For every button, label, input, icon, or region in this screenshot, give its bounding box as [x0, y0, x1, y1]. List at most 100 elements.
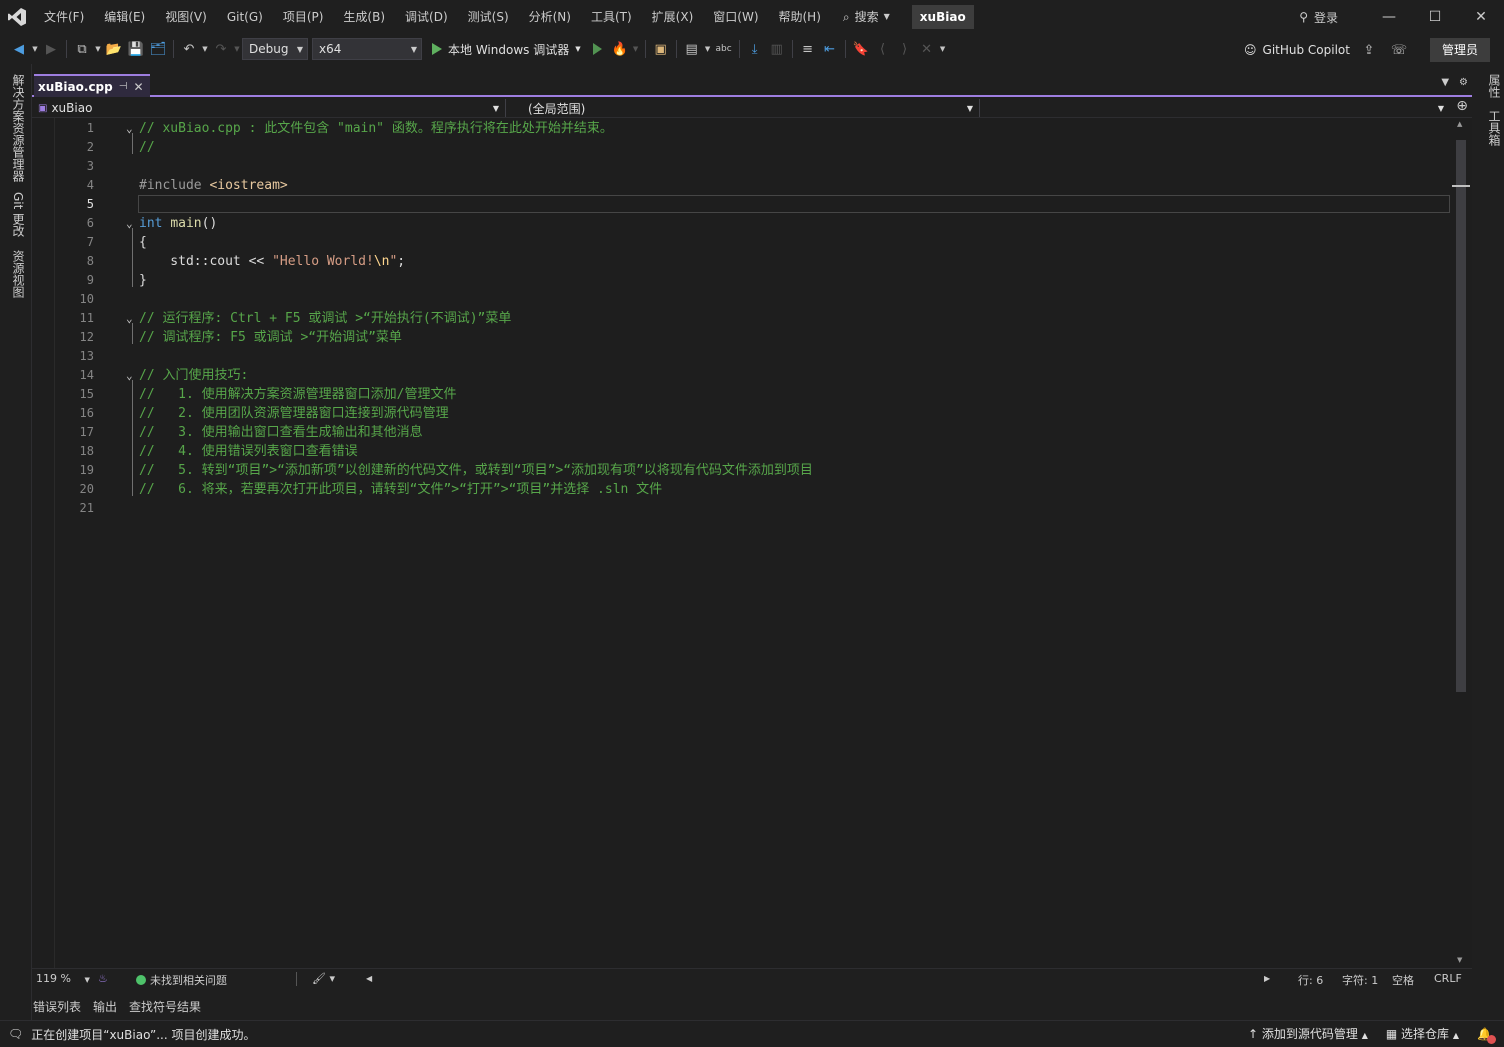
step-into-icon[interactable]: ⤓: [744, 38, 766, 60]
member-select[interactable]: ▼: [982, 99, 1450, 117]
code-line[interactable]: 1 ⌄// xuBiao.cpp : 此文件包含 "main" 函数。程序执行将在…: [32, 119, 1452, 138]
project-scope-select[interactable]: ▣ xuBiao ▼: [32, 99, 506, 117]
next-bookmark-icon[interactable]: ⟩: [894, 38, 916, 60]
solution-explorer-tab[interactable]: 解决方案资源管理器: [10, 74, 27, 182]
menu-item[interactable]: 扩展(X): [642, 5, 704, 29]
code-line[interactable]: 15 // 1. 使用解决方案资源管理器窗口添加/管理文件: [32, 385, 1452, 404]
code-line[interactable]: 10: [32, 290, 1452, 309]
split-editor-icon[interactable]: ⊕: [1456, 98, 1468, 114]
scrollbar-thumb[interactable]: [1456, 140, 1466, 692]
start-debugging-button[interactable]: 本地 Windows 调试器 ▼: [426, 41, 587, 58]
menu-item[interactable]: 帮助(H): [769, 5, 831, 29]
scroll-left-icon[interactable]: ◀: [366, 974, 372, 983]
scroll-down-icon[interactable]: ▼: [1457, 956, 1462, 964]
minimize-button[interactable]: —: [1366, 0, 1412, 34]
feedback-icon[interactable]: ☏: [1388, 39, 1410, 61]
dropdown-arrow-icon[interactable]: ▼: [93, 38, 103, 60]
bottom-tool-tab[interactable]: 错误列表: [33, 998, 81, 1015]
code-line[interactable]: 3: [32, 157, 1452, 176]
navigate-forward-icon[interactable]: ▶: [40, 38, 62, 60]
gear-icon[interactable]: ⚙: [1459, 77, 1468, 88]
code-line[interactable]: 8 std::cout << "Hello World!\n";: [32, 252, 1452, 271]
code-line[interactable]: 19 // 5. 转到“项目”>“添加新项”以创建新的代码文件，或转到“项目”>“…: [32, 461, 1452, 480]
code-line[interactable]: 21: [32, 499, 1452, 518]
toolbar-overflow-icon[interactable]: ▼: [938, 38, 948, 60]
code-line[interactable]: 20 // 6. 将来，若要再次打开此项目，请转到“文件”>“打开”>“项目”并选…: [32, 480, 1452, 499]
menu-item[interactable]: 编辑(E): [94, 5, 155, 29]
vertical-scrollbar[interactable]: ▲ ▼: [1452, 118, 1472, 968]
dropdown-arrow-icon[interactable]: ▼: [30, 38, 40, 60]
navigate-back-icon[interactable]: ◀: [8, 38, 30, 60]
line-ending-indicator[interactable]: CRLF: [1434, 972, 1462, 985]
close-window-button[interactable]: ✕: [1458, 0, 1504, 34]
previous-bookmark-icon[interactable]: ⟨: [872, 38, 894, 60]
pin-icon[interactable]: ⊣: [119, 81, 128, 92]
global-scope-select[interactable]: (全局范围) ▼: [522, 99, 980, 117]
add-to-source-control-button[interactable]: ↑ 添加到源代码管理 ▲: [1248, 1025, 1368, 1042]
dropdown-arrow-icon[interactable]: ▼: [631, 38, 641, 60]
code-line[interactable]: 7{: [32, 233, 1452, 252]
notifications-button[interactable]: 🔔: [1477, 1027, 1496, 1044]
code-cleanup-icon[interactable]: 🖌 ▾: [312, 972, 335, 985]
issues-indicator[interactable]: 未找到相关问题: [136, 972, 227, 988]
undo-icon[interactable]: ↶: [178, 38, 200, 60]
indent-icon[interactable]: ≡: [797, 38, 819, 60]
intellicode-icon[interactable]: ♨: [98, 972, 108, 985]
menu-item[interactable]: 分析(N): [519, 5, 581, 29]
menu-item[interactable]: 项目(P): [273, 5, 334, 29]
code-line[interactable]: 18 // 4. 使用错误列表窗口查看错误: [32, 442, 1452, 461]
toolbox-tab[interactable]: 工具箱: [1486, 110, 1503, 146]
close-tab-icon[interactable]: ✕: [133, 80, 143, 94]
window-layout-icon[interactable]: ▤: [681, 38, 703, 60]
code-line[interactable]: 9}: [32, 271, 1452, 290]
bottom-tool-tab[interactable]: 查找符号结果: [129, 998, 201, 1015]
github-copilot-button[interactable]: ☺ GitHub Copilot: [1244, 43, 1350, 57]
code-line[interactable]: 2 //: [32, 138, 1452, 157]
platform-select[interactable]: x64 ▼: [312, 38, 422, 60]
menu-item[interactable]: 测试(S): [458, 5, 519, 29]
menu-item[interactable]: 视图(V): [155, 5, 217, 29]
code-line[interactable]: 13: [32, 347, 1452, 366]
menu-item[interactable]: 文件(F): [34, 5, 94, 29]
zoom-select[interactable]: 119 % ▼: [36, 972, 90, 985]
code-editor[interactable]: 1 ⌄// xuBiao.cpp : 此文件包含 "main" 函数。程序执行将在…: [32, 118, 1452, 968]
code-line[interactable]: 12 // 调试程序: F5 或调试 >“开始调试”菜单: [32, 328, 1452, 347]
start-without-debugging-icon[interactable]: [587, 38, 609, 60]
dropdown-arrow-icon[interactable]: ▼: [200, 38, 210, 60]
sign-in-button[interactable]: ⚲ 登录: [1299, 9, 1338, 26]
menu-item[interactable]: 工具(T): [581, 5, 642, 29]
code-line[interactable]: 17 // 3. 使用输出窗口查看生成输出和其他消息: [32, 423, 1452, 442]
clear-bookmarks-icon[interactable]: ✕: [916, 38, 938, 60]
line-indicator[interactable]: 行: 6: [1298, 972, 1323, 988]
save-all-icon[interactable]: 🗂: [147, 38, 169, 60]
outdent-icon[interactable]: ⇤: [819, 38, 841, 60]
dropdown-arrow-icon[interactable]: ▼: [703, 38, 713, 60]
solution-explorer-icon[interactable]: ▣: [650, 38, 672, 60]
bookmark-icon[interactable]: 🔖: [850, 38, 872, 60]
select-repository-button[interactable]: ▦ 选择仓库 ▲: [1386, 1025, 1459, 1042]
properties-tab[interactable]: 属性: [1486, 74, 1503, 98]
share-icon[interactable]: ⇪: [1358, 39, 1380, 61]
menu-item[interactable]: 窗口(W): [703, 5, 768, 29]
code-line[interactable]: 11 ⌄// 运行程序: Ctrl + F5 或调试 >“开始执行(不调试)”菜单: [32, 309, 1452, 328]
code-line[interactable]: 6 ⌄ int main(): [32, 214, 1452, 233]
git-changes-tab[interactable]: Git 更改: [10, 192, 27, 237]
menu-item[interactable]: 调试(D): [395, 5, 458, 29]
new-project-icon[interactable]: ⧉: [71, 38, 93, 60]
scroll-right-icon[interactable]: ▶: [1264, 974, 1270, 983]
solution-name-badge[interactable]: xuBiao: [911, 5, 974, 29]
whitespace-indicator[interactable]: 空格: [1392, 972, 1414, 988]
menu-item[interactable]: Git(G): [217, 5, 273, 29]
code-line[interactable]: 14 ⌄// 入门使用技巧:: [32, 366, 1452, 385]
code-line[interactable]: 5: [32, 195, 1452, 214]
dropdown-arrow-icon[interactable]: ▼: [232, 38, 242, 60]
menu-item[interactable]: 生成(B): [333, 5, 395, 29]
document-tab-xubiao-cpp[interactable]: xuBiao.cpp ⊣ ✕: [34, 74, 150, 97]
open-file-icon[interactable]: 📂: [103, 38, 125, 60]
search-button[interactable]: ⌕ 搜索 ▼: [835, 5, 898, 29]
hot-reload-icon[interactable]: 🔥: [609, 38, 631, 60]
notification-output-icon[interactable]: 🗨: [8, 1027, 23, 1041]
code-line[interactable]: 4 #include <iostream>: [32, 176, 1452, 195]
redo-icon[interactable]: ↷: [210, 38, 232, 60]
scroll-up-icon[interactable]: ▲: [1457, 120, 1462, 128]
